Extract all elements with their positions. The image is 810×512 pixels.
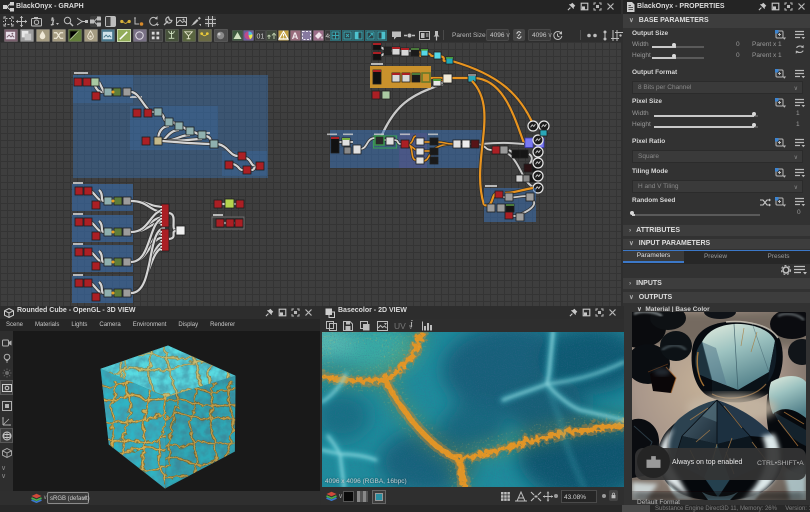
- svg-text:A: A: [292, 31, 299, 41]
- svg-text:01: 01: [257, 33, 265, 40]
